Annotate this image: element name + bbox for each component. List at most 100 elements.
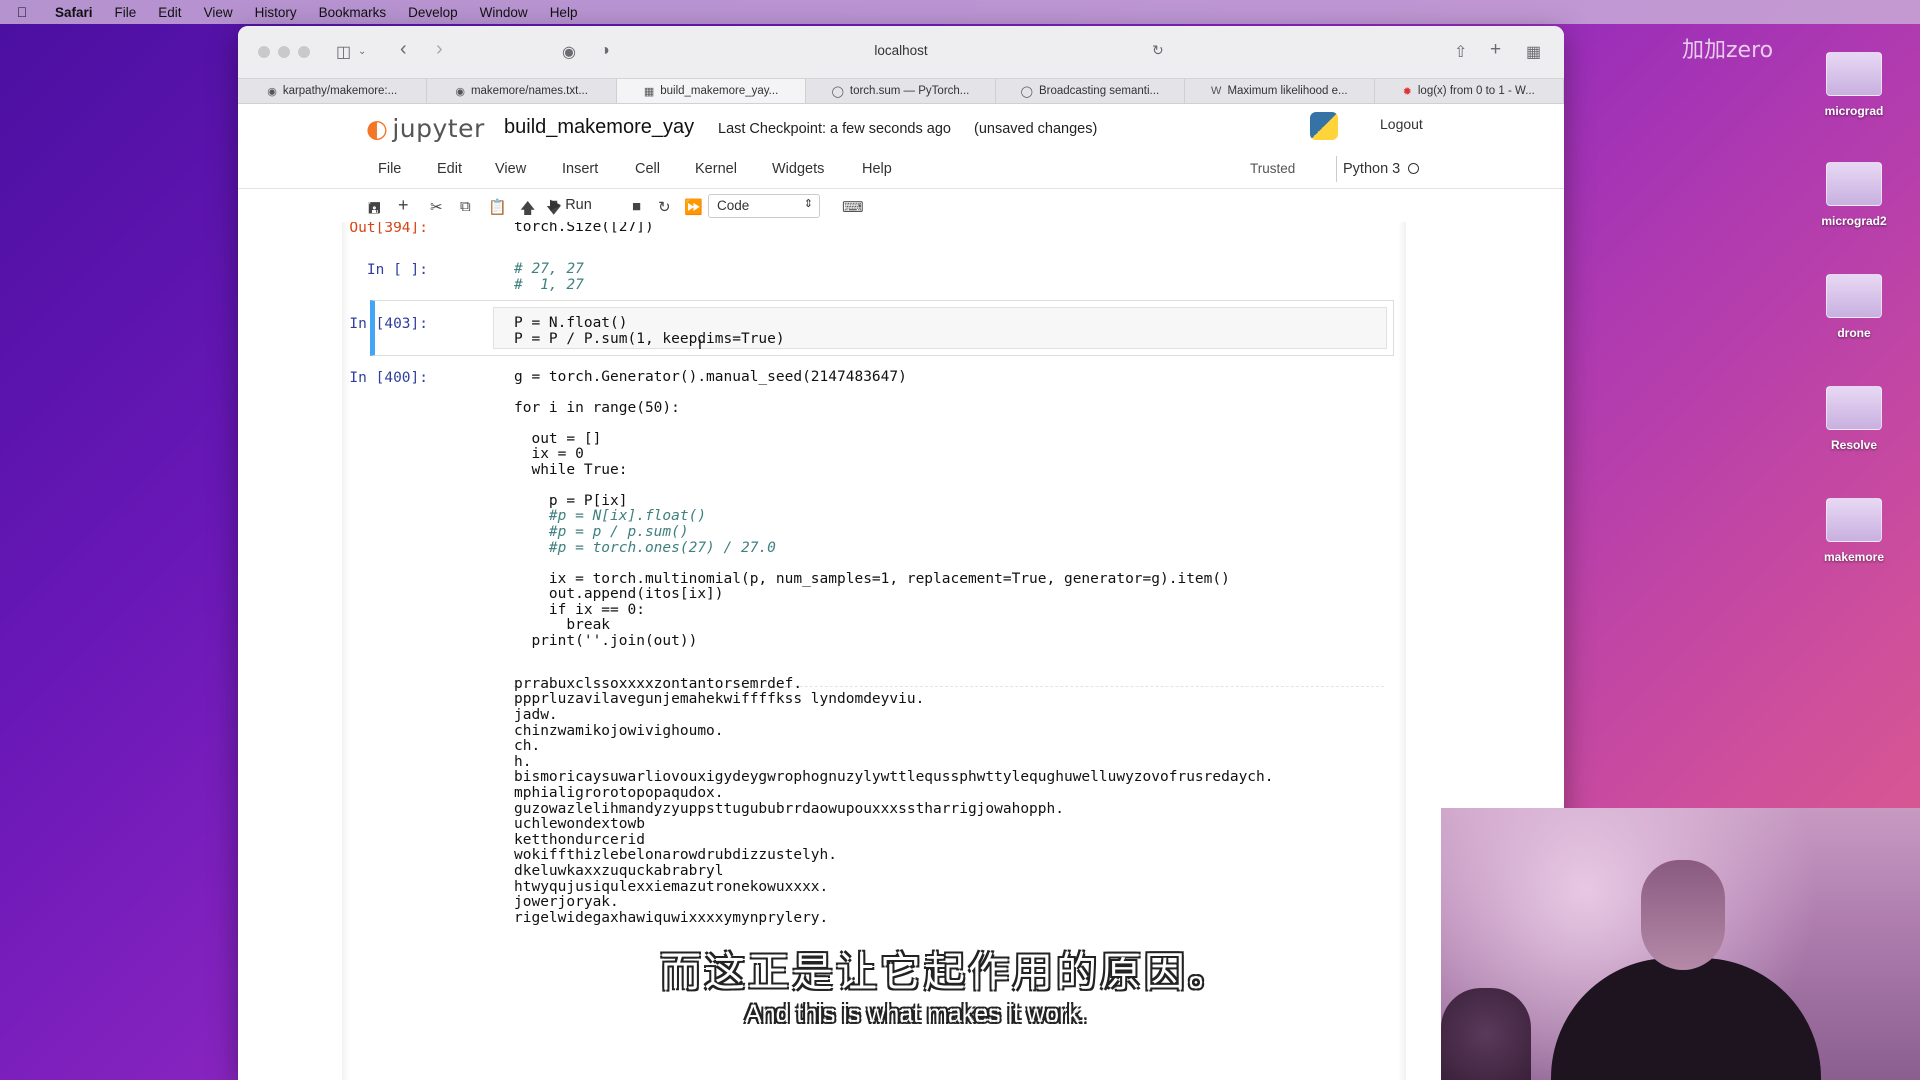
code-line[interactable]: for i in range(50): (514, 400, 1230, 417)
trusted-indicator[interactable]: Trusted (1250, 161, 1295, 176)
cut-icon[interactable]: ✂ (430, 198, 443, 216)
tab-wolfram[interactable]: ✹ log(x) from 0 to 1 - W... (1375, 79, 1564, 103)
jupyter-menu-cell[interactable]: Cell (635, 161, 660, 177)
tab-names-txt[interactable]: ◉ makemore/names.txt... (427, 79, 617, 103)
code-line[interactable] (514, 386, 1230, 401)
share-icon[interactable]: ⇧ (1454, 42, 1467, 62)
run-label: Run (565, 197, 592, 213)
stop-icon[interactable]: ■ (632, 198, 641, 215)
code-line[interactable]: if ix == 0: (514, 602, 1230, 619)
tab-makemore-repo[interactable]: ◉ karpathy/makemore:... (238, 79, 428, 103)
logout-button[interactable]: Logout (1368, 110, 1435, 138)
tab-bar: ◉ karpathy/makemore:... ◉ makemore/names… (238, 78, 1564, 104)
code-line[interactable]: #p = p / p.sum() (514, 524, 1230, 541)
code-line[interactable] (514, 556, 1230, 571)
tab-label: log(x) from 0 to 1 - W... (1417, 85, 1535, 97)
add-cell-icon[interactable]: + (398, 195, 409, 216)
menu-view[interactable]: View (193, 5, 244, 20)
restart-icon[interactable]: ↻ (658, 198, 671, 216)
desktop-folder-resolve[interactable]: Resolve (1804, 386, 1904, 452)
desktop-folder-micrograd2[interactable]: micrograd2 (1804, 162, 1904, 228)
jupyter-logo[interactable]: ◐ jupyter (366, 114, 485, 143)
address-bar[interactable]: localhost (238, 43, 1564, 58)
desktop-folder-makemore[interactable]: makemore (1804, 498, 1904, 564)
apple-icon[interactable]:  (0, 4, 44, 20)
desktop-folder-drone[interactable]: drone (1804, 274, 1904, 340)
menu-history[interactable]: History (244, 5, 308, 20)
output-line: h. (514, 753, 532, 770)
code-line[interactable]: print(''.join(out)) (514, 633, 1230, 650)
jupyter-menu-widgets[interactable]: Widgets (772, 161, 824, 177)
code-line[interactable]: while True: (514, 462, 1230, 479)
checkpoint-status: Last Checkpoint: a few seconds ago (718, 121, 951, 137)
reload-icon[interactable]: ↻ (1152, 42, 1164, 59)
jupyter-menu-file[interactable]: File (378, 161, 401, 177)
save-icon[interactable]: 🖪 (368, 198, 381, 223)
wolfram-icon: ✹ (1402, 85, 1412, 98)
menu-file[interactable]: File (104, 5, 148, 20)
code-line[interactable]: out.append(itos[ix]) (514, 587, 1230, 603)
jupyter-menu-edit[interactable]: Edit (437, 161, 462, 177)
run-button[interactable]: ▶ Run (550, 197, 592, 213)
code-line[interactable]: P = P / P.sum(1, keepdims=True) (514, 331, 785, 348)
webcam-person-head (1641, 860, 1725, 970)
desktop-folder-label: micrograd (1824, 104, 1884, 118)
desktop-folder-label: Resolve (1830, 438, 1878, 452)
wikipedia-icon: W (1211, 85, 1222, 97)
copy-icon[interactable]: ⧉ (460, 198, 471, 215)
fast-forward-icon[interactable]: ⏩ (684, 198, 703, 216)
output-line: prrabuxclssoxxxxzontantorsemrdef. (514, 675, 803, 692)
tab-label: torch.sum — PyTorch... (849, 85, 970, 97)
output-line: dkeluwkaxxzuquckabrabryl (514, 862, 724, 879)
menu-help[interactable]: Help (539, 5, 589, 20)
page-shadow-right (1398, 222, 1406, 1080)
new-tab-icon[interactable]: + (1490, 39, 1501, 61)
input-prompt: In [403]: (349, 316, 428, 332)
tab-overview-icon[interactable]: ▦ (1526, 42, 1541, 62)
output-line: htwyqujusiqulexxiemazutronekowuxxxx. (514, 878, 829, 895)
code-line[interactable]: break (514, 618, 1230, 634)
jupyter-menu-kernel[interactable]: Kernel (695, 161, 737, 177)
keyboard-icon[interactable]: ⌨ (842, 198, 864, 216)
paste-icon[interactable]: 📋 (488, 198, 507, 216)
notebook-name[interactable]: build_makemore_yay (504, 116, 694, 139)
desktop-folder-micrograd[interactable]: micrograd (1804, 52, 1904, 118)
code-line[interactable]: P = N.float() (514, 315, 628, 332)
menu-bookmarks[interactable]: Bookmarks (308, 5, 398, 20)
tab-max-likelihood[interactable]: W Maximum likelihood e... (1185, 79, 1375, 103)
code-line[interactable] (514, 416, 1230, 431)
code-line[interactable]: #p = N[ix].float() (514, 509, 1230, 525)
code-line[interactable]: #p = torch.ones(27) / 27.0 (514, 540, 1230, 557)
menu-window[interactable]: Window (469, 5, 539, 20)
code-cell-input[interactable]: g = torch.Generator().manual_seed(214748… (514, 369, 1230, 650)
jupyter-menu-help[interactable]: Help (862, 161, 892, 177)
code-line[interactable]: # 1, 27 (514, 277, 584, 294)
jupyter-menu-insert[interactable]: Insert (562, 161, 598, 177)
menu-edit[interactable]: Edit (147, 5, 192, 20)
browser-titlebar: ◫ ⌄ ‹ › ◉ ◑ localhost ↻ ⇧ + ▦ (238, 26, 1564, 78)
move-up-icon[interactable]: 🡅 (520, 198, 535, 223)
webcam-overlay (1441, 808, 1920, 1080)
output-line: chinzwamikojowivighoumo. (514, 722, 724, 739)
kernel-indicator[interactable]: Python 3 (1336, 156, 1425, 182)
code-line[interactable] (514, 479, 1230, 494)
cell-type-select[interactable]: Code ⇕ (708, 194, 820, 218)
code-line[interactable]: p = P[ix] (514, 493, 1230, 510)
code-line[interactable]: ix = torch.multinomial(p, num_samples=1,… (514, 571, 1230, 588)
output-line: ketthondurcerid (514, 831, 645, 848)
folder-icon (1826, 274, 1882, 318)
code-line[interactable]: out = [] (514, 431, 1230, 448)
output-line: mphialigrorotopopaqudox. (514, 784, 724, 801)
jupyter-menu-view[interactable]: View (495, 161, 526, 177)
code-line[interactable]: g = torch.Generator().manual_seed(214748… (514, 369, 1230, 386)
output-line: bismoricaysuwarliovouxigydeygwrophognuzy… (514, 769, 1274, 786)
menu-develop[interactable]: Develop (397, 5, 469, 20)
tab-torch-sum[interactable]: ◯ torch.sum — PyTorch... (806, 79, 996, 103)
tab-notebook[interactable]: ▦ build_makemore_yay... (616, 79, 807, 103)
folder-icon (1826, 498, 1882, 542)
menu-safari[interactable]: Safari (44, 5, 104, 20)
code-line[interactable]: ix = 0 (514, 447, 1230, 463)
code-line[interactable]: # 27, 27 (514, 261, 584, 278)
output-text: torch.Size([27]) (514, 222, 654, 235)
tab-broadcasting[interactable]: ◯ Broadcasting semanti... (996, 79, 1186, 103)
